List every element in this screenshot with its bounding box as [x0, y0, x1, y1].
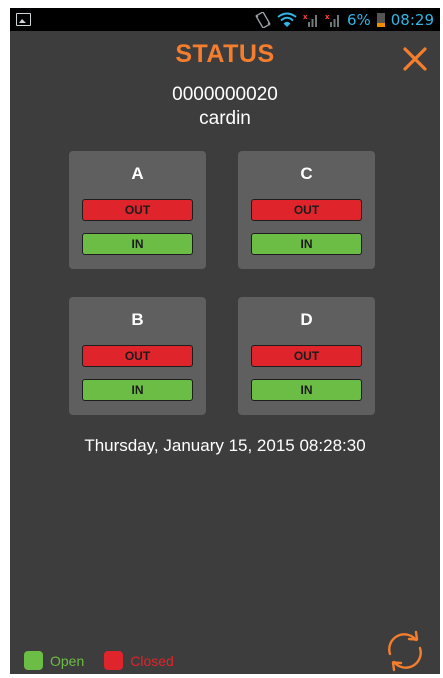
legend-closed-label: Closed [130, 652, 174, 669]
gate-c-out-button[interactable]: OUT [251, 199, 362, 221]
gate-d-out-button[interactable]: OUT [251, 345, 362, 367]
gate-b-in-button[interactable]: IN [82, 379, 193, 401]
battery-level [376, 23, 385, 27]
device-id: 0000000020 [172, 84, 278, 105]
legend-closed: Closed [104, 651, 174, 670]
last-update-datetime: Thursday, January 15, 2015 08:28:30 [84, 436, 366, 455]
signal-icon: x [325, 13, 339, 27]
page-title: STATUS [175, 40, 275, 68]
gate-c-panel: C OUT IN [238, 151, 375, 269]
battery-icon [376, 12, 385, 27]
gate-d-panel: D OUT IN [238, 297, 375, 415]
gate-c-in-button[interactable]: IN [251, 233, 362, 255]
status-bar: x x 6% 08:29 [10, 8, 440, 31]
close-icon[interactable] [402, 46, 428, 72]
clock: 08:29 [390, 10, 434, 29]
status-bar-indicators: x x 6% 08:29 [255, 10, 434, 29]
gate-a-out-button[interactable]: OUT [82, 199, 193, 221]
svg-text:x: x [325, 13, 330, 21]
vibrate-icon [255, 11, 271, 28]
wifi-icon [277, 12, 297, 27]
gate-label: C [300, 164, 313, 183]
gate-a-in-button[interactable]: IN [82, 233, 193, 255]
gate-label: A [131, 164, 144, 183]
svg-text:x: x [303, 13, 308, 21]
device-name: cardin [199, 108, 251, 129]
gate-a-panel: A OUT IN [69, 151, 206, 269]
battery-percent: 6% [346, 10, 371, 29]
legend-open-label: Open [50, 652, 85, 669]
gate-label: D [300, 310, 313, 329]
gate-b-out-button[interactable]: OUT [82, 345, 193, 367]
signal-icon: x [303, 13, 317, 27]
legend-open-swatch [24, 651, 43, 670]
status-legend: Open Closed [24, 651, 194, 670]
gate-label: B [131, 310, 144, 329]
app-screen: x x 6% 08:29 STATUS 0000000020 cardin A … [10, 8, 440, 674]
image-notification-icon [16, 13, 31, 26]
legend-closed-swatch [104, 651, 124, 670]
gate-b-panel: B OUT IN [69, 297, 206, 415]
refresh-icon[interactable] [383, 629, 427, 673]
legend-open: Open [24, 651, 84, 670]
gate-d-in-button[interactable]: IN [251, 379, 362, 401]
